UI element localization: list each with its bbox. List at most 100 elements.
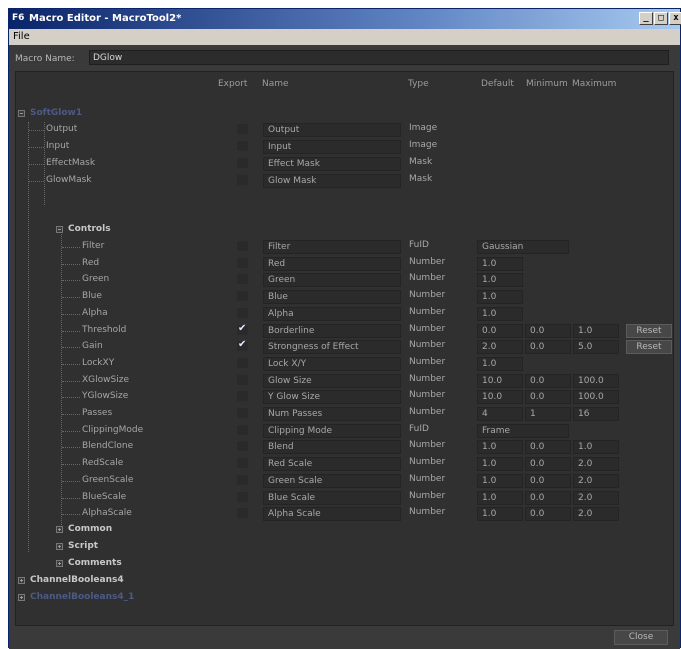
tree-node-input-id[interactable]: BlueScale xyxy=(82,492,126,502)
minimum-value-field[interactable]: 0.0 xyxy=(525,474,571,488)
name-field[interactable]: Input xyxy=(263,140,401,154)
maximum-value-field[interactable]: 16 xyxy=(573,407,619,421)
close-window-icon[interactable]: x xyxy=(669,12,681,25)
default-value-field[interactable]: 1.0 xyxy=(477,491,523,505)
export-checkbox[interactable] xyxy=(237,508,248,518)
close-button[interactable]: Close xyxy=(614,630,668,645)
export-checkbox-checked[interactable] xyxy=(237,339,248,351)
tree-node-input-id[interactable]: ClippingMode xyxy=(82,425,143,435)
tree-row-channelbooleans4-1[interactable]: ChannelBooleans4_1 xyxy=(16,590,673,606)
export-checkbox[interactable] xyxy=(237,124,248,134)
name-field[interactable]: Red xyxy=(263,257,401,271)
export-checkbox[interactable] xyxy=(237,492,248,502)
name-field[interactable]: Blend xyxy=(263,440,401,454)
default-value-field[interactable]: Frame xyxy=(477,424,569,438)
tree-node-input-id[interactable]: XGlowSize xyxy=(82,375,129,385)
name-field[interactable]: Lock X/Y xyxy=(263,357,401,371)
tree-node-input-id[interactable]: AlphaScale xyxy=(82,508,132,518)
name-field[interactable]: Glow Mask xyxy=(263,174,401,188)
export-checkbox[interactable] xyxy=(237,308,248,318)
minimum-value-field[interactable]: 0.0 xyxy=(525,374,571,388)
name-field[interactable]: Blue Scale xyxy=(263,491,401,505)
tree-node-input-id[interactable]: YGlowSize xyxy=(82,391,128,401)
minimum-value-field[interactable]: 0.0 xyxy=(525,340,571,354)
tree-node-input-id[interactable]: Blue xyxy=(82,291,102,301)
export-checkbox[interactable] xyxy=(237,458,248,468)
tree-node-input-id[interactable]: GlowMask xyxy=(46,175,92,185)
export-checkbox[interactable] xyxy=(237,475,248,485)
maximum-value-field[interactable]: 2.0 xyxy=(573,474,619,488)
tree-row-script[interactable]: Script xyxy=(16,539,673,555)
expand-icon[interactable] xyxy=(18,594,25,601)
maximum-value-field[interactable]: 2.0 xyxy=(573,491,619,505)
tree-row-softglow[interactable]: SoftGlow1 xyxy=(16,106,673,122)
minimum-value-field[interactable]: 0.0 xyxy=(525,457,571,471)
tree-node-input-id[interactable]: Green xyxy=(82,274,109,284)
maximum-value-field[interactable]: 2.0 xyxy=(573,507,619,521)
collapse-icon[interactable] xyxy=(56,226,63,233)
maximum-value-field[interactable]: 2.0 xyxy=(573,457,619,471)
reset-button[interactable]: Reset xyxy=(626,324,672,338)
export-checkbox[interactable] xyxy=(237,291,248,301)
title-bar[interactable]: F6 Macro Editor - MacroTool2* _ □ x xyxy=(9,9,681,29)
export-checkbox[interactable] xyxy=(237,141,248,151)
minimize-icon[interactable]: _ xyxy=(639,12,653,25)
name-field[interactable]: Filter xyxy=(263,240,401,254)
tree-node-input-id[interactable]: Threshold xyxy=(82,325,126,335)
name-field[interactable]: Blue xyxy=(263,290,401,304)
name-field[interactable]: Strongness of Effect xyxy=(263,340,401,354)
export-checkbox[interactable] xyxy=(237,158,248,168)
default-value-field[interactable]: 1.0 xyxy=(477,457,523,471)
default-value-field[interactable]: 1.0 xyxy=(477,440,523,454)
default-value-field[interactable]: 1.0 xyxy=(477,257,523,271)
tree-node-input-id[interactable]: LockXY xyxy=(82,358,114,368)
name-field[interactable]: Num Passes xyxy=(263,407,401,421)
tree-node-input-id[interactable]: Alpha xyxy=(82,308,108,318)
tree-row-common[interactable]: Common xyxy=(16,522,673,538)
default-value-field[interactable]: 2.0 xyxy=(477,340,523,354)
default-value-field[interactable]: 1.0 xyxy=(477,474,523,488)
name-field[interactable]: Y Glow Size xyxy=(263,390,401,404)
minimum-value-field[interactable]: 0.0 xyxy=(525,507,571,521)
tree-node-input-id[interactable]: Red xyxy=(82,258,99,268)
minimum-value-field[interactable]: 1 xyxy=(525,407,571,421)
name-field[interactable]: Effect Mask xyxy=(263,157,401,171)
macro-name-input[interactable] xyxy=(89,50,669,65)
default-value-field[interactable]: 4 xyxy=(477,407,523,421)
tree-node-input-id[interactable]: Filter xyxy=(82,241,104,251)
export-checkbox-checked[interactable] xyxy=(237,323,248,335)
tree-node-input-id[interactable]: Input xyxy=(46,141,69,151)
name-field[interactable]: Red Scale xyxy=(263,457,401,471)
maximum-value-field[interactable]: 100.0 xyxy=(573,390,619,404)
tree-node-input-id[interactable]: GreenScale xyxy=(82,475,133,485)
expand-icon[interactable] xyxy=(18,577,25,584)
name-field[interactable]: Alpha xyxy=(263,307,401,321)
reset-button[interactable]: Reset xyxy=(626,340,672,354)
export-checkbox[interactable] xyxy=(237,241,248,251)
export-checkbox[interactable] xyxy=(237,391,248,401)
tree-node-input-id[interactable]: Output xyxy=(46,124,77,134)
menu-file[interactable]: File xyxy=(13,31,30,42)
maximum-value-field[interactable]: 100.0 xyxy=(573,374,619,388)
expand-icon[interactable] xyxy=(56,526,63,533)
default-value-field[interactable]: 10.0 xyxy=(477,390,523,404)
tree-node-input-id[interactable]: Gain xyxy=(82,341,103,351)
minimum-value-field[interactable]: 0.0 xyxy=(525,440,571,454)
minimum-value-field[interactable]: 0.0 xyxy=(525,390,571,404)
minimum-value-field[interactable]: 0.0 xyxy=(525,491,571,505)
name-field[interactable]: Clipping Mode xyxy=(263,424,401,438)
tree-node-input-id[interactable]: Passes xyxy=(82,408,112,418)
default-value-field[interactable]: 0.0 xyxy=(477,324,523,338)
default-value-field[interactable]: 10.0 xyxy=(477,374,523,388)
tree-row-controls[interactable]: Controls xyxy=(16,222,673,238)
export-checkbox[interactable] xyxy=(237,425,248,435)
export-checkbox[interactable] xyxy=(237,358,248,368)
maximize-icon[interactable]: □ xyxy=(654,12,668,25)
maximum-value-field[interactable]: 1.0 xyxy=(573,440,619,454)
export-checkbox[interactable] xyxy=(237,258,248,268)
default-value-field[interactable]: 1.0 xyxy=(477,357,523,371)
expand-icon[interactable] xyxy=(56,543,63,550)
name-field[interactable]: Green xyxy=(263,273,401,287)
maximum-value-field[interactable]: 1.0 xyxy=(573,324,619,338)
export-checkbox[interactable] xyxy=(237,375,248,385)
